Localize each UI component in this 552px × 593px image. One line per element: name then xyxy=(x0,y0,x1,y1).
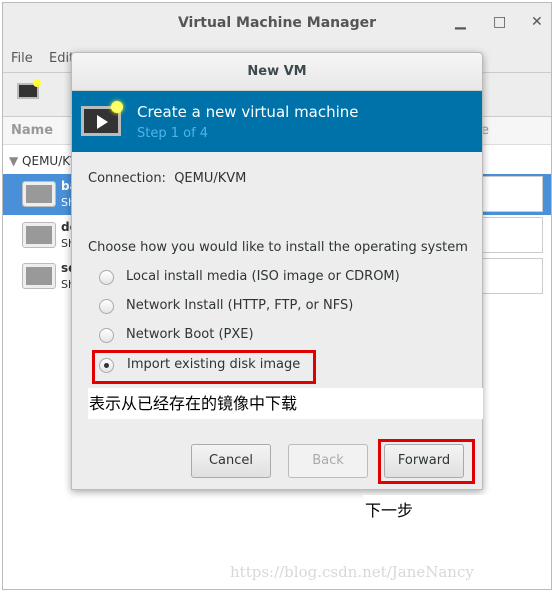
monitor-icon xyxy=(22,222,56,248)
option-label[interactable]: Network Install (HTTP, FTP, or NFS) xyxy=(126,298,353,313)
cpu-graph xyxy=(481,217,543,253)
cancel-button[interactable]: Cancel xyxy=(191,444,271,478)
title-bar: Virtual Machine Manager ▁ □ ✕ xyxy=(3,3,551,43)
maximize-icon[interactable]: □ xyxy=(493,14,506,30)
star-icon xyxy=(111,101,123,113)
dialog-title-bar: New VM xyxy=(72,53,482,91)
connection-label: Connection: QEMU/KVM xyxy=(88,171,247,186)
import-annotation: 表示从已经存在的镜像中下载 xyxy=(88,388,483,419)
monitor-icon xyxy=(22,263,56,289)
radio-network-boot[interactable] xyxy=(99,328,114,343)
dialog-title: New VM xyxy=(247,64,307,79)
window-title: Virtual Machine Manager xyxy=(177,15,377,31)
radio-import-disk[interactable] xyxy=(99,358,114,373)
menu-file[interactable]: File xyxy=(11,51,33,66)
install-prompt: Choose how you would like to install the… xyxy=(88,240,468,255)
option-label[interactable]: Import existing disk image xyxy=(127,357,300,372)
cpu-graph xyxy=(481,176,543,212)
forward-annotation: 下一步 xyxy=(363,495,514,522)
watermark: https://blog.csdn.net/JaneNancy xyxy=(230,563,474,581)
minimize-icon[interactable]: ▁ xyxy=(455,14,466,30)
connection-value: QEMU/KVM xyxy=(174,171,247,186)
option-label[interactable]: Local install media (ISO image or CDROM) xyxy=(126,269,400,284)
column-name[interactable]: Name xyxy=(11,123,53,138)
radio-network-install[interactable] xyxy=(99,299,114,314)
close-icon[interactable]: ✕ xyxy=(531,14,543,30)
star-icon xyxy=(33,79,41,87)
header-step: Step 1 of 4 xyxy=(137,126,209,141)
header-title: Create a new virtual machine xyxy=(137,103,359,121)
back-button[interactable]: Back xyxy=(288,444,368,478)
new-vm-dialog: New VM Create a new virtual machine Step… xyxy=(71,52,483,490)
expander-icon: ▼ xyxy=(9,154,23,168)
forward-highlight xyxy=(378,439,475,484)
option-label[interactable]: Network Boot (PXE) xyxy=(126,327,254,342)
radio-local-media[interactable] xyxy=(99,270,114,285)
dialog-header: Create a new virtual machine Step 1 of 4 xyxy=(72,91,482,152)
cpu-graph xyxy=(481,258,543,294)
monitor-icon xyxy=(22,181,56,207)
